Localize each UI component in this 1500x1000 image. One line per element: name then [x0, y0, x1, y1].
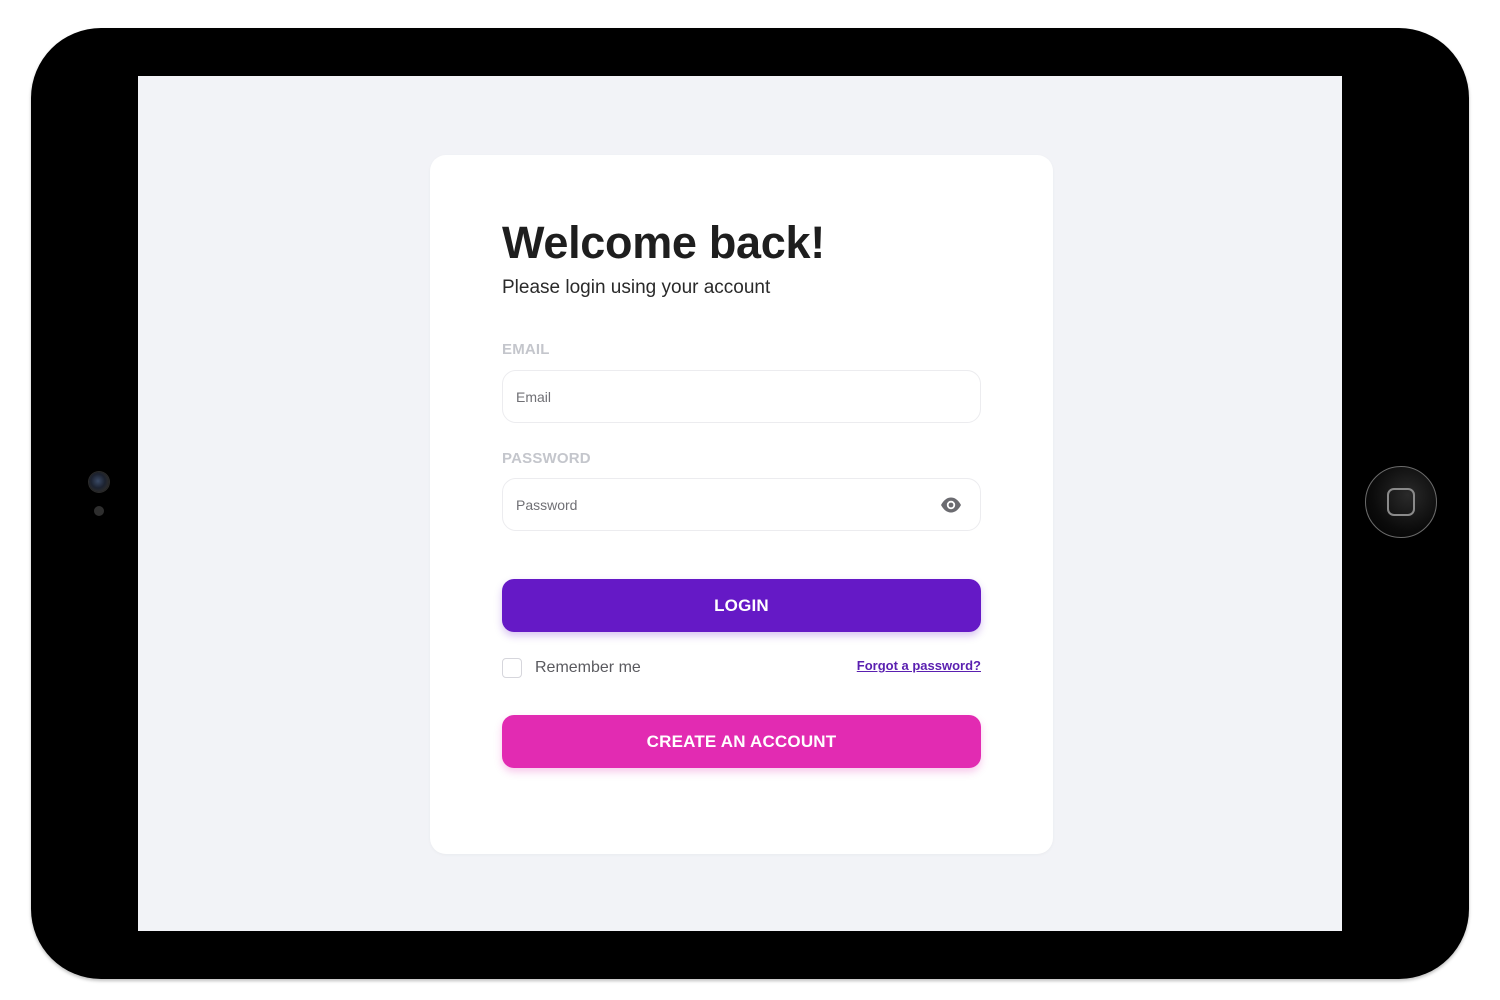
login-button[interactable]: LOGIN — [502, 579, 981, 632]
password-field[interactable] — [516, 479, 916, 530]
light-sensor — [94, 506, 104, 516]
screen: Welcome back! Please login using your ac… — [138, 76, 1342, 931]
remember-me-checkbox[interactable] — [502, 658, 522, 678]
home-button-icon — [1387, 488, 1415, 516]
password-label: PASSWORD — [502, 450, 591, 467]
email-label: EMAIL — [502, 341, 550, 358]
email-field-wrapper — [502, 370, 981, 423]
email-field[interactable] — [516, 371, 916, 422]
forgot-password-link[interactable]: Forgot a password? — [857, 658, 981, 673]
create-account-button[interactable]: CREATE AN ACCOUNT — [502, 715, 981, 768]
tablet-frame: Welcome back! Please login using your ac… — [31, 28, 1469, 979]
login-card: Welcome back! Please login using your ac… — [430, 155, 1053, 854]
home-button[interactable] — [1365, 466, 1437, 538]
password-field-wrapper — [502, 478, 981, 531]
remember-me-toggle[interactable]: Remember me — [502, 657, 641, 679]
eye-icon[interactable] — [940, 495, 962, 515]
page-title: Welcome back! — [502, 217, 825, 268]
page-subtitle: Please login using your account — [502, 277, 771, 298]
remember-me-label: Remember me — [535, 659, 641, 676]
camera-icon — [89, 472, 109, 492]
